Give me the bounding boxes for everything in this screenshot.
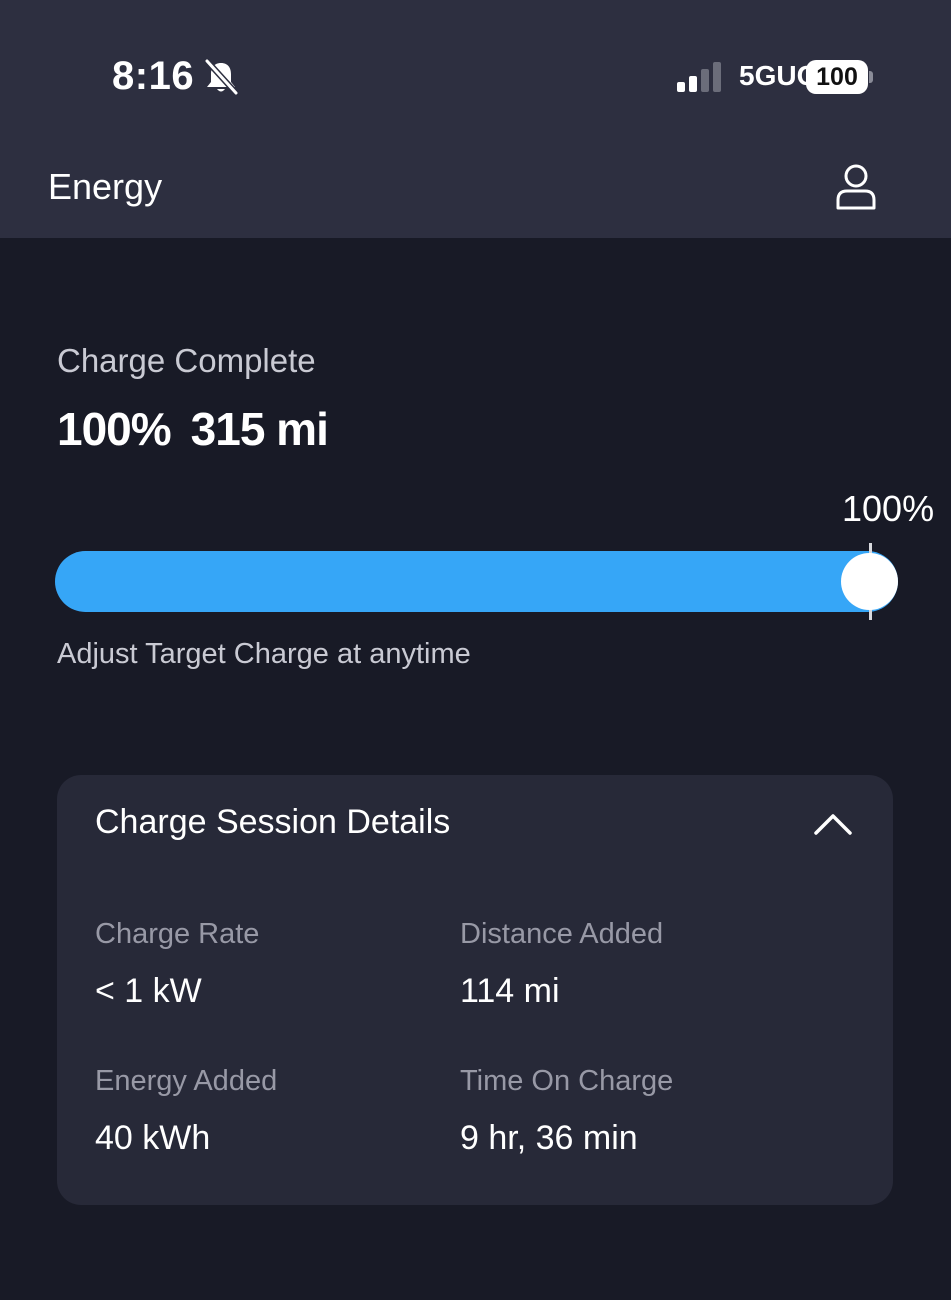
stat-value-energy-added: 40 kWh xyxy=(95,1119,211,1157)
charge-status: Charge Complete xyxy=(57,342,316,379)
target-charge-slider[interactable] xyxy=(55,543,898,620)
slider-hint: Adjust Target Charge at anytime xyxy=(57,638,471,670)
stat-label-distance-added: Distance Added xyxy=(460,918,664,950)
stat-label-energy-added: Energy Added xyxy=(95,1065,278,1097)
slider-thumb[interactable] xyxy=(841,553,898,610)
target-charge-label: 100% xyxy=(842,488,935,529)
energy-screen: 8:16 5GUC 100 Energy Charge Complete 100… xyxy=(0,0,951,1300)
charge-percent: 100% xyxy=(57,403,172,455)
battery-level: 100 xyxy=(806,60,868,94)
card-title: Charge Session Details xyxy=(95,803,451,841)
charge-range: 315 mi xyxy=(190,403,329,455)
person-icon[interactable] xyxy=(834,162,878,212)
battery-nub xyxy=(869,71,873,83)
stat-value-time-on-charge: 9 hr, 36 min xyxy=(460,1119,638,1157)
stat-label-time-on-charge: Time On Charge xyxy=(460,1065,674,1097)
stat-value-distance-added: 114 mi xyxy=(460,972,560,1010)
stat-value-charge-rate: < 1 kW xyxy=(95,972,202,1010)
cell-signal-icon xyxy=(677,62,721,92)
slider-fill xyxy=(55,551,898,612)
charge-values: 100% 315 mi xyxy=(57,402,329,456)
bell-slash-icon xyxy=(204,58,239,96)
status-time: 8:16 xyxy=(112,54,195,98)
page-title: Energy xyxy=(48,166,163,207)
stat-label-charge-rate: Charge Rate xyxy=(95,918,260,950)
chevron-up-icon[interactable] xyxy=(813,805,853,841)
charge-session-card: Charge Session Details Charge Rate < 1 k… xyxy=(57,775,893,1205)
top-bar: 8:16 5GUC 100 Energy xyxy=(0,0,951,238)
